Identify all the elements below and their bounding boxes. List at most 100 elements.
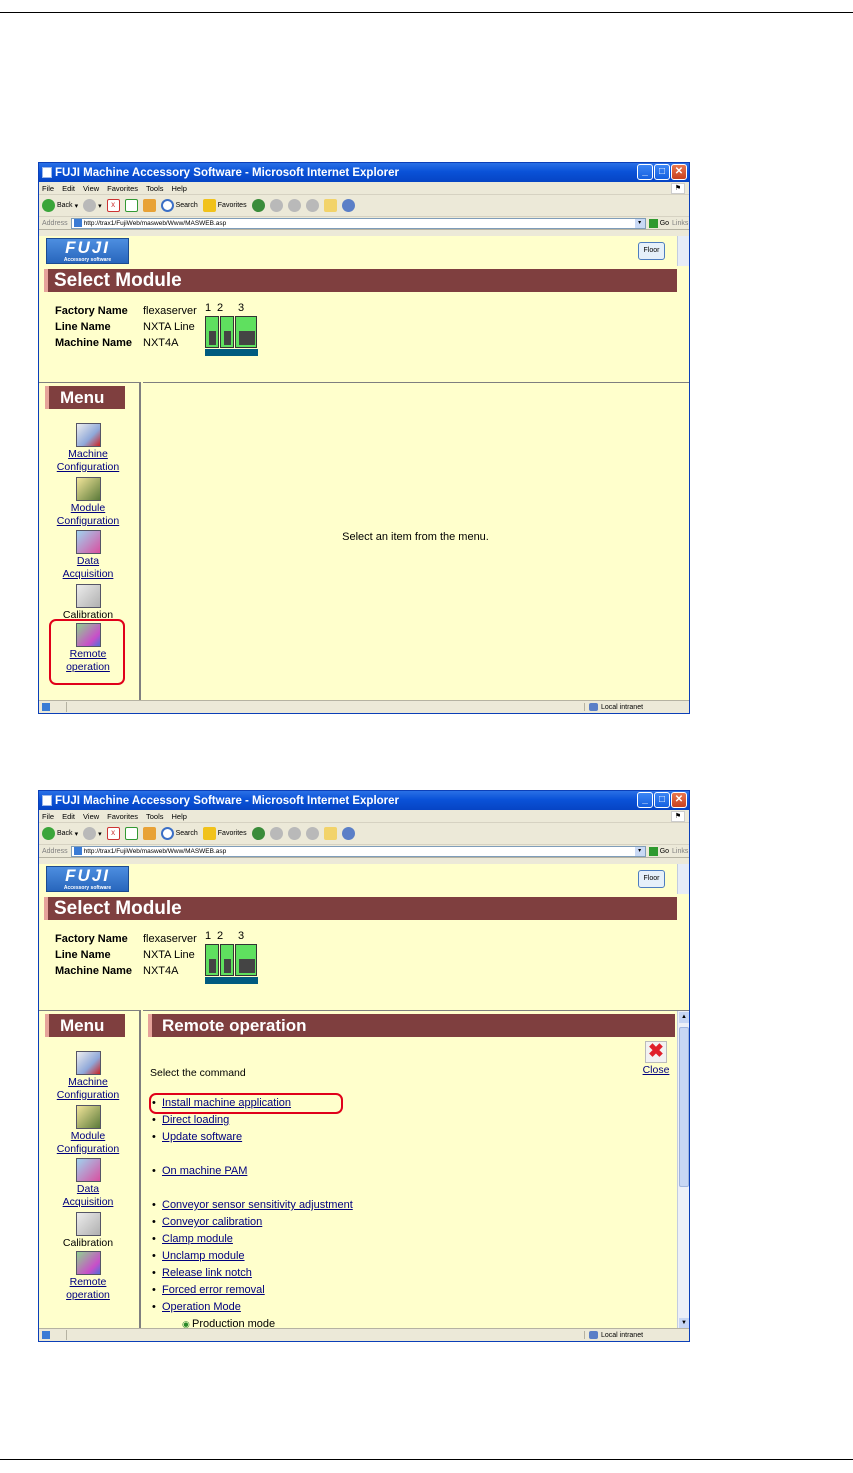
- remote-operation-link-line1[interactable]: Remote: [70, 1276, 107, 1288]
- command-on-machine-pam[interactable]: • On machine PAM: [152, 1165, 247, 1177]
- minimize-button[interactable]: _: [637, 164, 653, 180]
- module-configuration-link-line2[interactable]: Configuration: [57, 1143, 119, 1155]
- command-link[interactable]: Operation Mode: [162, 1301, 241, 1313]
- print-icon[interactable]: [287, 827, 301, 840]
- data-acquisition-link-line1[interactable]: Data: [77, 555, 99, 567]
- command-update-software[interactable]: • Update software: [152, 1131, 242, 1143]
- menu-item-machine-configuration[interactable]: Machine Configuration: [43, 1051, 133, 1102]
- machine-configuration-link-line1[interactable]: Machine: [68, 1076, 108, 1088]
- messenger-icon[interactable]: [341, 827, 355, 840]
- go-button[interactable]: Go: [648, 218, 669, 228]
- forward-button[interactable]: ▾: [83, 827, 102, 840]
- mail-icon[interactable]: [269, 199, 283, 212]
- home-icon[interactable]: [142, 199, 156, 212]
- command-clamp-module[interactable]: • Clamp module: [152, 1233, 233, 1245]
- menu-tools[interactable]: Tools: [146, 812, 164, 821]
- menu-edit[interactable]: Edit: [62, 812, 75, 821]
- search-button[interactable]: Search: [160, 827, 198, 840]
- history-icon[interactable]: [251, 827, 265, 840]
- module-3[interactable]: [235, 316, 257, 348]
- address-dropdown-icon[interactable]: ▾: [634, 846, 645, 856]
- machine-configuration-icon[interactable]: [75, 1051, 101, 1075]
- menu-view[interactable]: View: [83, 184, 99, 193]
- command-link[interactable]: Forced error removal: [162, 1284, 265, 1296]
- menu-item-module-configuration[interactable]: Module Configuration: [43, 477, 133, 528]
- command-conveyor-sensor-sensitivity[interactable]: • Conveyor sensor sensitivity adjustment: [152, 1199, 353, 1211]
- close-icon[interactable]: ✖: [645, 1041, 667, 1063]
- command-conveyor-calibration[interactable]: • Conveyor calibration: [152, 1216, 262, 1228]
- menu-help[interactable]: Help: [172, 184, 187, 193]
- data-acquisition-icon[interactable]: [75, 1158, 101, 1182]
- menu-favorites[interactable]: Favorites: [107, 812, 138, 821]
- command-link[interactable]: Update software: [162, 1131, 242, 1143]
- command-unclamp-module[interactable]: • Unclamp module: [152, 1250, 245, 1262]
- maximize-button[interactable]: □: [654, 792, 670, 808]
- stop-icon[interactable]: x: [106, 827, 120, 840]
- menu-view[interactable]: View: [83, 812, 99, 821]
- messenger-icon[interactable]: [341, 199, 355, 212]
- menu-item-module-configuration[interactable]: Module Configuration: [43, 1105, 133, 1156]
- command-direct-loading[interactable]: • Direct loading: [152, 1114, 229, 1126]
- command-forced-error-removal[interactable]: • Forced error removal: [152, 1284, 265, 1296]
- data-acquisition-link-line2[interactable]: Acquisition: [63, 1196, 114, 1208]
- machine-configuration-link-line2[interactable]: Configuration: [57, 1089, 119, 1101]
- header-scrollbar[interactable]: [677, 864, 689, 894]
- menu-favorites[interactable]: Favorites: [107, 184, 138, 193]
- refresh-icon[interactable]: [124, 199, 138, 212]
- menu-item-data-acquisition[interactable]: Data Acquisition: [43, 1158, 133, 1209]
- command-link[interactable]: Direct loading: [162, 1114, 229, 1126]
- menu-item-data-acquisition[interactable]: Data Acquisition: [43, 530, 133, 581]
- title-bar[interactable]: FUJI Machine Accessory Software - Micros…: [39, 791, 689, 810]
- search-button[interactable]: Search: [160, 199, 198, 212]
- remote-operation-icon[interactable]: [75, 1251, 101, 1275]
- edit-icon[interactable]: [305, 199, 319, 212]
- command-link[interactable]: Conveyor calibration: [162, 1216, 262, 1228]
- menu-edit[interactable]: Edit: [62, 184, 75, 193]
- scroll-thumb[interactable]: [679, 1027, 689, 1187]
- command-release-link-notch[interactable]: • Release link notch: [152, 1267, 252, 1279]
- floor-button[interactable]: Floor: [638, 242, 665, 260]
- address-input[interactable]: http://trax1/FujiWeb/masweb/Www/MASWEB.a…: [70, 217, 646, 229]
- home-icon[interactable]: [142, 827, 156, 840]
- command-operation-mode[interactable]: • Operation Mode: [152, 1301, 241, 1313]
- header-scrollbar[interactable]: [677, 236, 689, 266]
- data-acquisition-link-line1[interactable]: Data: [77, 1183, 99, 1195]
- folder-icon[interactable]: [323, 199, 337, 212]
- address-input[interactable]: http://trax1/FujiWeb/masweb/Www/MASWEB.a…: [70, 845, 646, 857]
- edit-icon[interactable]: [305, 827, 319, 840]
- module-configuration-link-line2[interactable]: Configuration: [57, 515, 119, 527]
- history-icon[interactable]: [251, 199, 265, 212]
- minimize-button[interactable]: _: [637, 792, 653, 808]
- command-link[interactable]: Unclamp module: [162, 1250, 245, 1262]
- links-button[interactable]: Links: [672, 848, 688, 855]
- close-panel-button[interactable]: ✖ Close: [639, 1041, 673, 1076]
- refresh-icon[interactable]: [124, 827, 138, 840]
- machine-configuration-link-line2[interactable]: Configuration: [57, 461, 119, 473]
- links-button[interactable]: Links: [672, 220, 688, 227]
- menu-file[interactable]: File: [42, 812, 54, 821]
- menu-help[interactable]: Help: [172, 812, 187, 821]
- menu-item-remote-operation[interactable]: Remote operation: [43, 1251, 133, 1302]
- favorites-button[interactable]: Favorites: [202, 199, 247, 212]
- module-2[interactable]: [220, 944, 234, 976]
- command-link[interactable]: On machine PAM: [162, 1165, 247, 1177]
- machine-configuration-icon[interactable]: [75, 423, 101, 447]
- module-configuration-link-line1[interactable]: Module: [71, 1130, 105, 1142]
- maximize-button[interactable]: □: [654, 164, 670, 180]
- module-1[interactable]: [205, 944, 219, 976]
- folder-icon[interactable]: [323, 827, 337, 840]
- module-configuration-icon[interactable]: [75, 1105, 101, 1129]
- command-link[interactable]: Clamp module: [162, 1233, 233, 1245]
- title-bar[interactable]: FUJI Machine Accessory Software - Micros…: [39, 163, 689, 182]
- address-dropdown-icon[interactable]: ▾: [634, 218, 645, 228]
- menu-file[interactable]: File: [42, 184, 54, 193]
- print-icon[interactable]: [287, 199, 301, 212]
- machine-configuration-link-line1[interactable]: Machine: [68, 448, 108, 460]
- pane-scrollbar[interactable]: ▲ ▼: [677, 1011, 689, 1329]
- forward-button[interactable]: ▾: [83, 199, 102, 212]
- go-button[interactable]: Go: [648, 846, 669, 856]
- data-acquisition-link-line2[interactable]: Acquisition: [63, 568, 114, 580]
- remote-operation-link-line2[interactable]: operation: [66, 1289, 110, 1301]
- favorites-button[interactable]: Favorites: [202, 827, 247, 840]
- back-button[interactable]: Back ▾: [42, 199, 78, 212]
